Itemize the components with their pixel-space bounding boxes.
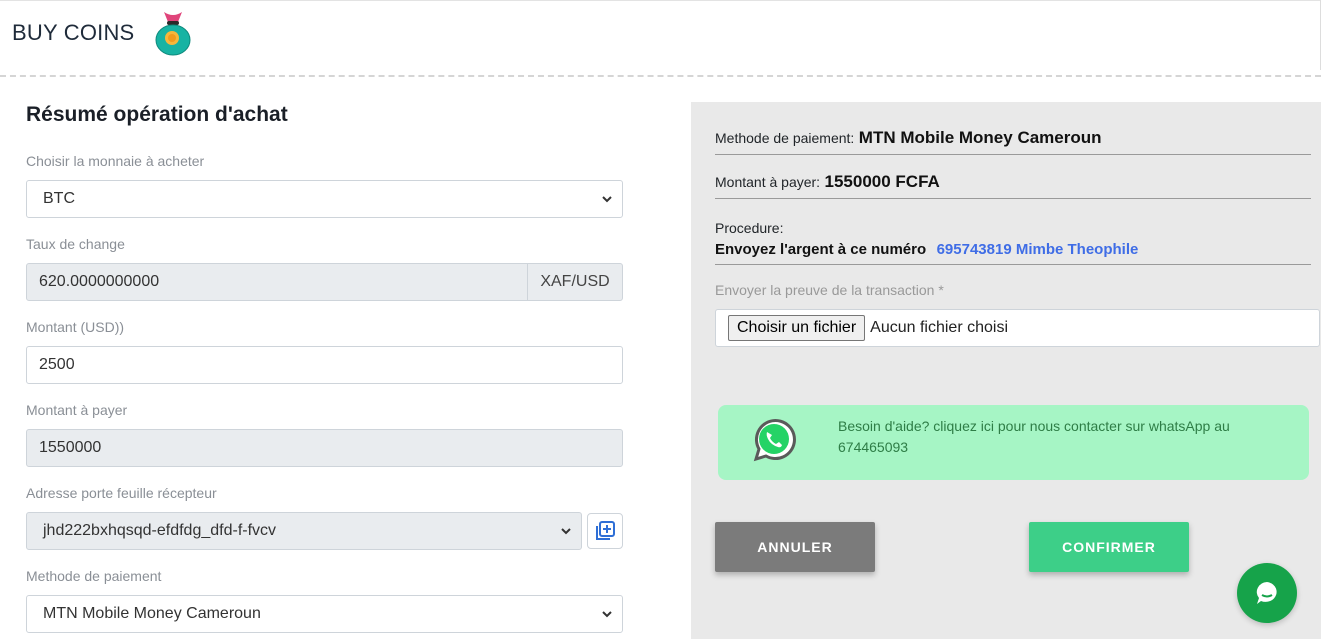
chevron-down-icon [561, 528, 571, 535]
file-status: Aucun fichier choisi [870, 319, 1008, 336]
currency-select[interactable]: BTC [26, 180, 623, 218]
chevron-down-icon [602, 196, 612, 203]
rate-value: 620.0000000000 [39, 273, 160, 290]
payment-method-value: MTN Mobile Money Cameroun [43, 605, 261, 622]
confirm-button[interactable]: CONFIRMER [1029, 522, 1189, 572]
procedure-row: Procedure: Envoyez l'argent à ce numéro … [715, 220, 1311, 265]
chat-icon [1256, 582, 1277, 604]
help-text: Besoin d'aide? cliquez ici pour nous con… [838, 418, 1230, 455]
purchase-form: Résumé opération d'achat Choisir la monn… [26, 100, 623, 633]
procedure-number: 695743819 Mimbe Theophile [936, 241, 1139, 258]
summary-amount-value: 1550000 FCFA [824, 172, 940, 191]
chevron-down-icon [602, 611, 612, 618]
header-divider [0, 75, 1321, 77]
whatsapp-help-box[interactable]: Besoin d'aide? cliquez ici pour nous con… [718, 405, 1309, 480]
payment-method-select[interactable]: MTN Mobile Money Cameroun [26, 595, 623, 633]
amount-pay-field: 1550000 [26, 429, 623, 467]
cancel-button[interactable]: ANNULER [715, 522, 875, 572]
whatsapp-icon [753, 419, 796, 462]
page-header: BUY COINS [12, 8, 192, 58]
page-title: BUY COINS [12, 20, 135, 45]
section-title: Résumé opération d'achat [26, 103, 288, 126]
proof-label: Envoyer la preuve de la transaction * [715, 282, 944, 298]
wallet-value: jhd222bxhqsqd-efdfdg_dfd-f-fvcv [43, 522, 277, 539]
top-border [0, 0, 1321, 1]
money-bag-icon [154, 10, 192, 56]
amount-pay-value: 1550000 [39, 439, 102, 456]
chat-widget-button[interactable] [1237, 563, 1297, 623]
currency-value: BTC [43, 190, 75, 207]
amount-usd-label: Montant (USD)) [26, 319, 125, 335]
proof-file-input[interactable]: Choisir un fichier Aucun fichier choisi [715, 309, 1320, 347]
summary-amount-row: Montant à payer: 1550000 FCFA [715, 172, 1311, 199]
amount-pay-label: Montant à payer [26, 402, 128, 418]
payment-method-label: Methode de paiement [26, 568, 162, 584]
summary-amount-label: Montant à payer: [715, 174, 821, 190]
procedure-text: Envoyez l'argent à ce numéro [715, 241, 927, 258]
payment-summary-panel: Methode de paiement: MTN Mobile Money Ca… [691, 102, 1321, 639]
procedure-label: Procedure: [715, 220, 784, 236]
summary-method-row: Methode de paiement: MTN Mobile Money Ca… [715, 128, 1311, 155]
summary-method-label: Methode de paiement: [715, 130, 855, 146]
currency-label: Choisir la monnaie à acheter [26, 153, 205, 169]
add-copy-icon [596, 521, 615, 540]
rate-field: 620.0000000000 [26, 263, 528, 301]
wallet-select[interactable]: jhd222bxhqsqd-efdfdg_dfd-f-fvcv [26, 512, 582, 550]
rate-unit: XAF/USD [527, 263, 623, 301]
wallet-label: Adresse porte feuille récepteur [26, 485, 217, 501]
summary-method-value: MTN Mobile Money Cameroun [858, 128, 1102, 147]
rate-label: Taux de change [26, 236, 125, 252]
add-wallet-button[interactable] [587, 513, 623, 549]
choose-file-button[interactable]: Choisir un fichier [728, 315, 866, 341]
amount-usd-value: 2500 [39, 356, 75, 373]
amount-usd-input[interactable]: 2500 [26, 346, 623, 384]
